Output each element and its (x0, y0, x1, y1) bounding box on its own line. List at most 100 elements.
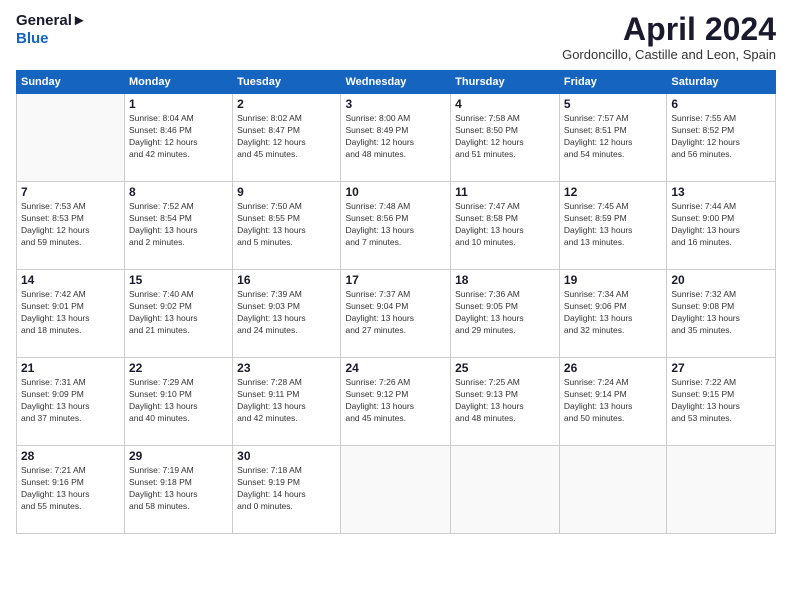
day-info: Sunrise: 8:04 AM Sunset: 8:46 PM Dayligh… (129, 113, 228, 161)
table-row: 19Sunrise: 7:34 AM Sunset: 9:06 PM Dayli… (559, 270, 666, 358)
table-row: 9 Sunrise: 7:50 AM Sunset: 8:55 PM Daylig… (233, 182, 341, 270)
calendar-week-row: 28 Sunrise: 7:21 AM Sunset: 9:16 PM Dayli… (17, 446, 776, 534)
day-info: Sunrise: 7:31 AM Sunset: 9:09 PM Dayligh… (21, 377, 120, 425)
table-row: 23Sunrise: 7:28 AM Sunset: 9:11 PM Dayli… (233, 358, 341, 446)
day-number: 28 (21, 449, 120, 463)
day-number: 11 (455, 185, 555, 199)
day-info: Sunrise: 7:47 AM Sunset: 8:58 PM Dayligh… (455, 201, 555, 249)
table-row (17, 94, 125, 182)
table-row: 5 Sunrise: 7:57 AM Sunset: 8:51 PM Daylig… (559, 94, 666, 182)
table-row: 28 Sunrise: 7:21 AM Sunset: 9:16 PM Dayli… (17, 446, 125, 534)
day-info: Sunrise: 7:37 AM Sunset: 9:04 PM Dayligh… (345, 289, 446, 337)
col-monday: Monday (125, 71, 233, 94)
day-number: 14 (21, 273, 120, 287)
table-row (341, 446, 451, 534)
table-row: 29Sunrise: 7:19 AM Sunset: 9:18 PM Dayli… (125, 446, 233, 534)
table-row: 15 Sunrise: 7:40 AM Sunset: 9:02 PM Dayli… (125, 270, 233, 358)
title-area: April 2024 Gordoncillo, Castille and Leo… (562, 12, 776, 62)
table-row: 11 Sunrise: 7:47 AM Sunset: 8:58 PM Dayli… (451, 182, 560, 270)
logo-text: General► Blue (16, 12, 87, 48)
day-number: 6 (671, 97, 771, 111)
day-number: 30 (237, 449, 336, 463)
day-number: 15 (129, 273, 228, 287)
day-info: Sunrise: 7:32 AM Sunset: 9:08 PM Dayligh… (671, 289, 771, 337)
day-info: Sunrise: 7:39 AM Sunset: 9:03 PM Dayligh… (237, 289, 336, 337)
day-number: 5 (564, 97, 662, 111)
day-info: Sunrise: 7:29 AM Sunset: 9:10 PM Dayligh… (129, 377, 228, 425)
day-number: 16 (237, 273, 336, 287)
day-number: 19 (564, 273, 662, 287)
day-info: Sunrise: 7:25 AM Sunset: 9:13 PM Dayligh… (455, 377, 555, 425)
day-info: Sunrise: 7:26 AM Sunset: 9:12 PM Dayligh… (345, 377, 446, 425)
table-row: 26 Sunrise: 7:24 AM Sunset: 9:14 PM Dayli… (559, 358, 666, 446)
day-number: 9 (237, 185, 336, 199)
day-number: 3 (345, 97, 446, 111)
day-info: Sunrise: 7:18 AM Sunset: 9:19 PM Dayligh… (237, 465, 336, 513)
day-info: Sunrise: 7:52 AM Sunset: 8:54 PM Dayligh… (129, 201, 228, 249)
day-number: 13 (671, 185, 771, 199)
location: Gordoncillo, Castille and Leon, Spain (562, 47, 776, 62)
table-row: 12 Sunrise: 7:45 AM Sunset: 8:59 PM Dayli… (559, 182, 666, 270)
day-number: 22 (129, 361, 228, 375)
table-row: 30 Sunrise: 7:18 AM Sunset: 9:19 PM Dayli… (233, 446, 341, 534)
header: General► Blue April 2024 Gordoncillo, Ca… (16, 12, 776, 62)
table-row: 6Sunrise: 7:55 AM Sunset: 8:52 PM Daylig… (667, 94, 776, 182)
day-info: Sunrise: 7:44 AM Sunset: 9:00 PM Dayligh… (671, 201, 771, 249)
col-saturday: Saturday (667, 71, 776, 94)
calendar-week-row: 21 Sunrise: 7:31 AM Sunset: 9:09 PM Dayli… (17, 358, 776, 446)
day-number: 10 (345, 185, 446, 199)
table-row: 13 Sunrise: 7:44 AM Sunset: 9:00 PM Dayli… (667, 182, 776, 270)
day-number: 2 (237, 97, 336, 111)
day-number: 12 (564, 185, 662, 199)
table-row: 2 Sunrise: 8:02 AM Sunset: 8:47 PM Daylig… (233, 94, 341, 182)
table-row: 14 Sunrise: 7:42 AM Sunset: 9:01 PM Dayli… (17, 270, 125, 358)
day-info: Sunrise: 7:45 AM Sunset: 8:59 PM Dayligh… (564, 201, 662, 249)
day-info: Sunrise: 7:48 AM Sunset: 8:56 PM Dayligh… (345, 201, 446, 249)
day-number: 1 (129, 97, 228, 111)
table-row (451, 446, 560, 534)
table-row: 27Sunrise: 7:22 AM Sunset: 9:15 PM Dayli… (667, 358, 776, 446)
day-number: 26 (564, 361, 662, 375)
table-row (559, 446, 666, 534)
day-info: Sunrise: 7:42 AM Sunset: 9:01 PM Dayligh… (21, 289, 120, 337)
calendar-week-row: 14 Sunrise: 7:42 AM Sunset: 9:01 PM Dayli… (17, 270, 776, 358)
day-number: 21 (21, 361, 120, 375)
day-info: Sunrise: 7:57 AM Sunset: 8:51 PM Dayligh… (564, 113, 662, 161)
calendar: Sunday Monday Tuesday Wednesday Thursday… (16, 70, 776, 534)
table-row: 1 Sunrise: 8:04 AM Sunset: 8:46 PM Daylig… (125, 94, 233, 182)
day-number: 27 (671, 361, 771, 375)
day-number: 7 (21, 185, 120, 199)
day-number: 18 (455, 273, 555, 287)
day-info: Sunrise: 7:50 AM Sunset: 8:55 PM Dayligh… (237, 201, 336, 249)
day-number: 17 (345, 273, 446, 287)
table-row: 8 Sunrise: 7:52 AM Sunset: 8:54 PM Daylig… (125, 182, 233, 270)
calendar-week-row: 7 Sunrise: 7:53 AM Sunset: 8:53 PM Daylig… (17, 182, 776, 270)
page: General► Blue April 2024 Gordoncillo, Ca… (0, 0, 792, 612)
day-info: Sunrise: 7:24 AM Sunset: 9:14 PM Dayligh… (564, 377, 662, 425)
table-row (667, 446, 776, 534)
logo: General► Blue (16, 12, 87, 48)
col-thursday: Thursday (451, 71, 560, 94)
day-number: 8 (129, 185, 228, 199)
table-row: 4Sunrise: 7:58 AM Sunset: 8:50 PM Daylig… (451, 94, 560, 182)
month-year: April 2024 (562, 12, 776, 47)
table-row: 24 Sunrise: 7:26 AM Sunset: 9:12 PM Dayli… (341, 358, 451, 446)
table-row: 17 Sunrise: 7:37 AM Sunset: 9:04 PM Dayli… (341, 270, 451, 358)
day-number: 20 (671, 273, 771, 287)
day-info: Sunrise: 7:53 AM Sunset: 8:53 PM Dayligh… (21, 201, 120, 249)
day-info: Sunrise: 7:36 AM Sunset: 9:05 PM Dayligh… (455, 289, 555, 337)
table-row: 25 Sunrise: 7:25 AM Sunset: 9:13 PM Dayli… (451, 358, 560, 446)
col-tuesday: Tuesday (233, 71, 341, 94)
day-number: 23 (237, 361, 336, 375)
table-row: 20 Sunrise: 7:32 AM Sunset: 9:08 PM Dayli… (667, 270, 776, 358)
col-sunday: Sunday (17, 71, 125, 94)
day-info: Sunrise: 7:40 AM Sunset: 9:02 PM Dayligh… (129, 289, 228, 337)
day-number: 25 (455, 361, 555, 375)
table-row: 10 Sunrise: 7:48 AM Sunset: 8:56 PM Dayli… (341, 182, 451, 270)
day-info: Sunrise: 7:21 AM Sunset: 9:16 PM Dayligh… (21, 465, 120, 513)
table-row: 7 Sunrise: 7:53 AM Sunset: 8:53 PM Daylig… (17, 182, 125, 270)
table-row: 16 Sunrise: 7:39 AM Sunset: 9:03 PM Dayli… (233, 270, 341, 358)
day-info: Sunrise: 8:02 AM Sunset: 8:47 PM Dayligh… (237, 113, 336, 161)
day-number: 24 (345, 361, 446, 375)
day-info: Sunrise: 7:58 AM Sunset: 8:50 PM Dayligh… (455, 113, 555, 161)
